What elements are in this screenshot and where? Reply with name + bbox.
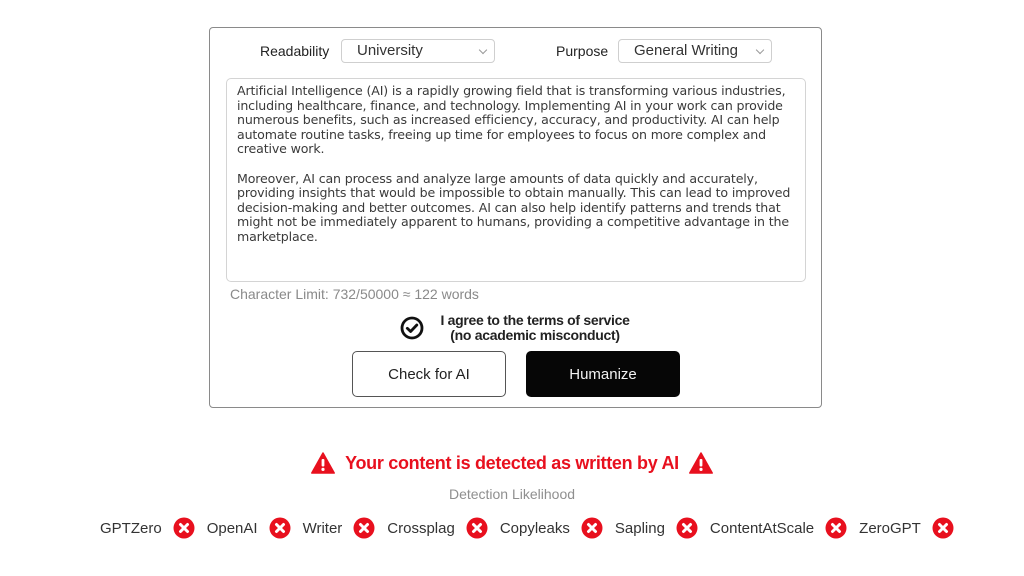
x-circle-icon bbox=[676, 517, 698, 539]
x-circle-icon bbox=[466, 517, 488, 539]
detector-name: OpenAI bbox=[206, 519, 258, 537]
readability-value: University bbox=[357, 42, 423, 59]
terms-text: I agree to the terms of service (no acad… bbox=[435, 313, 635, 342]
detector-name: ContentAtScale bbox=[709, 519, 815, 537]
check-for-ai-button[interactable]: Check for AI bbox=[352, 351, 506, 397]
detection-likelihood-label: Detection Likelihood bbox=[448, 486, 576, 502]
check-circle-icon bbox=[400, 316, 424, 340]
terms-line-1: I agree to the terms of service bbox=[440, 312, 630, 328]
readability-select[interactable]: University bbox=[341, 39, 495, 63]
detector-item: Copyleaks bbox=[500, 517, 603, 539]
detector-name: GPTZero bbox=[100, 519, 162, 537]
detector-name: ZeroGPT bbox=[859, 519, 921, 537]
paragraph: Artificial Intelligence (AI) is a rapidl… bbox=[237, 83, 786, 157]
x-circle-icon bbox=[825, 517, 847, 539]
detector-item: ZeroGPT bbox=[859, 517, 954, 539]
settings-row: Readability University Purpose General W… bbox=[210, 39, 821, 65]
x-circle-icon bbox=[581, 517, 603, 539]
detector-item: Crossplag bbox=[387, 517, 488, 539]
x-circle-icon bbox=[173, 517, 195, 539]
detector-list: GPTZero OpenAI Writer Crossplag Copyleak… bbox=[100, 517, 966, 539]
x-circle-icon bbox=[353, 517, 375, 539]
terms-line-2: (no academic misconduct) bbox=[450, 326, 620, 343]
ai-detected-alert: Your content is detected as written by A… bbox=[0, 450, 1024, 476]
detector-item: ContentAtScale bbox=[710, 517, 847, 539]
detector-item: GPTZero bbox=[100, 517, 195, 539]
detector-item: Writer bbox=[303, 517, 376, 539]
chevron-down-icon bbox=[755, 45, 765, 55]
detector-name: Crossplag bbox=[387, 519, 455, 537]
detector-name: Sapling bbox=[614, 519, 665, 537]
x-circle-icon bbox=[932, 517, 954, 539]
readability-label: Readability bbox=[260, 43, 330, 59]
x-circle-icon bbox=[269, 517, 291, 539]
purpose-label: Purpose bbox=[556, 43, 609, 59]
warning-triangle-icon bbox=[688, 452, 713, 474]
purpose-value: General Writing bbox=[634, 42, 738, 59]
purpose-select[interactable]: General Writing bbox=[618, 39, 772, 63]
character-limit: Character Limit: 732/50000 ≈ 122 words bbox=[230, 286, 479, 302]
detector-name: Copyleaks bbox=[499, 519, 570, 537]
detector-item: Sapling bbox=[615, 517, 698, 539]
detector-item: OpenAI bbox=[207, 517, 291, 539]
chevron-down-icon bbox=[478, 45, 488, 55]
paragraph: Moreover, AI can process and analyze lar… bbox=[237, 170, 791, 244]
content-textarea[interactable]: Artificial Intelligence (AI) is a rapidl… bbox=[226, 78, 806, 282]
humanizer-card: Readability University Purpose General W… bbox=[209, 27, 822, 408]
detector-name: Writer bbox=[302, 519, 343, 537]
warning-triangle-icon bbox=[311, 452, 336, 474]
humanize-button[interactable]: Humanize bbox=[526, 351, 680, 397]
alert-text: Your content is detected as written by A… bbox=[345, 452, 679, 473]
